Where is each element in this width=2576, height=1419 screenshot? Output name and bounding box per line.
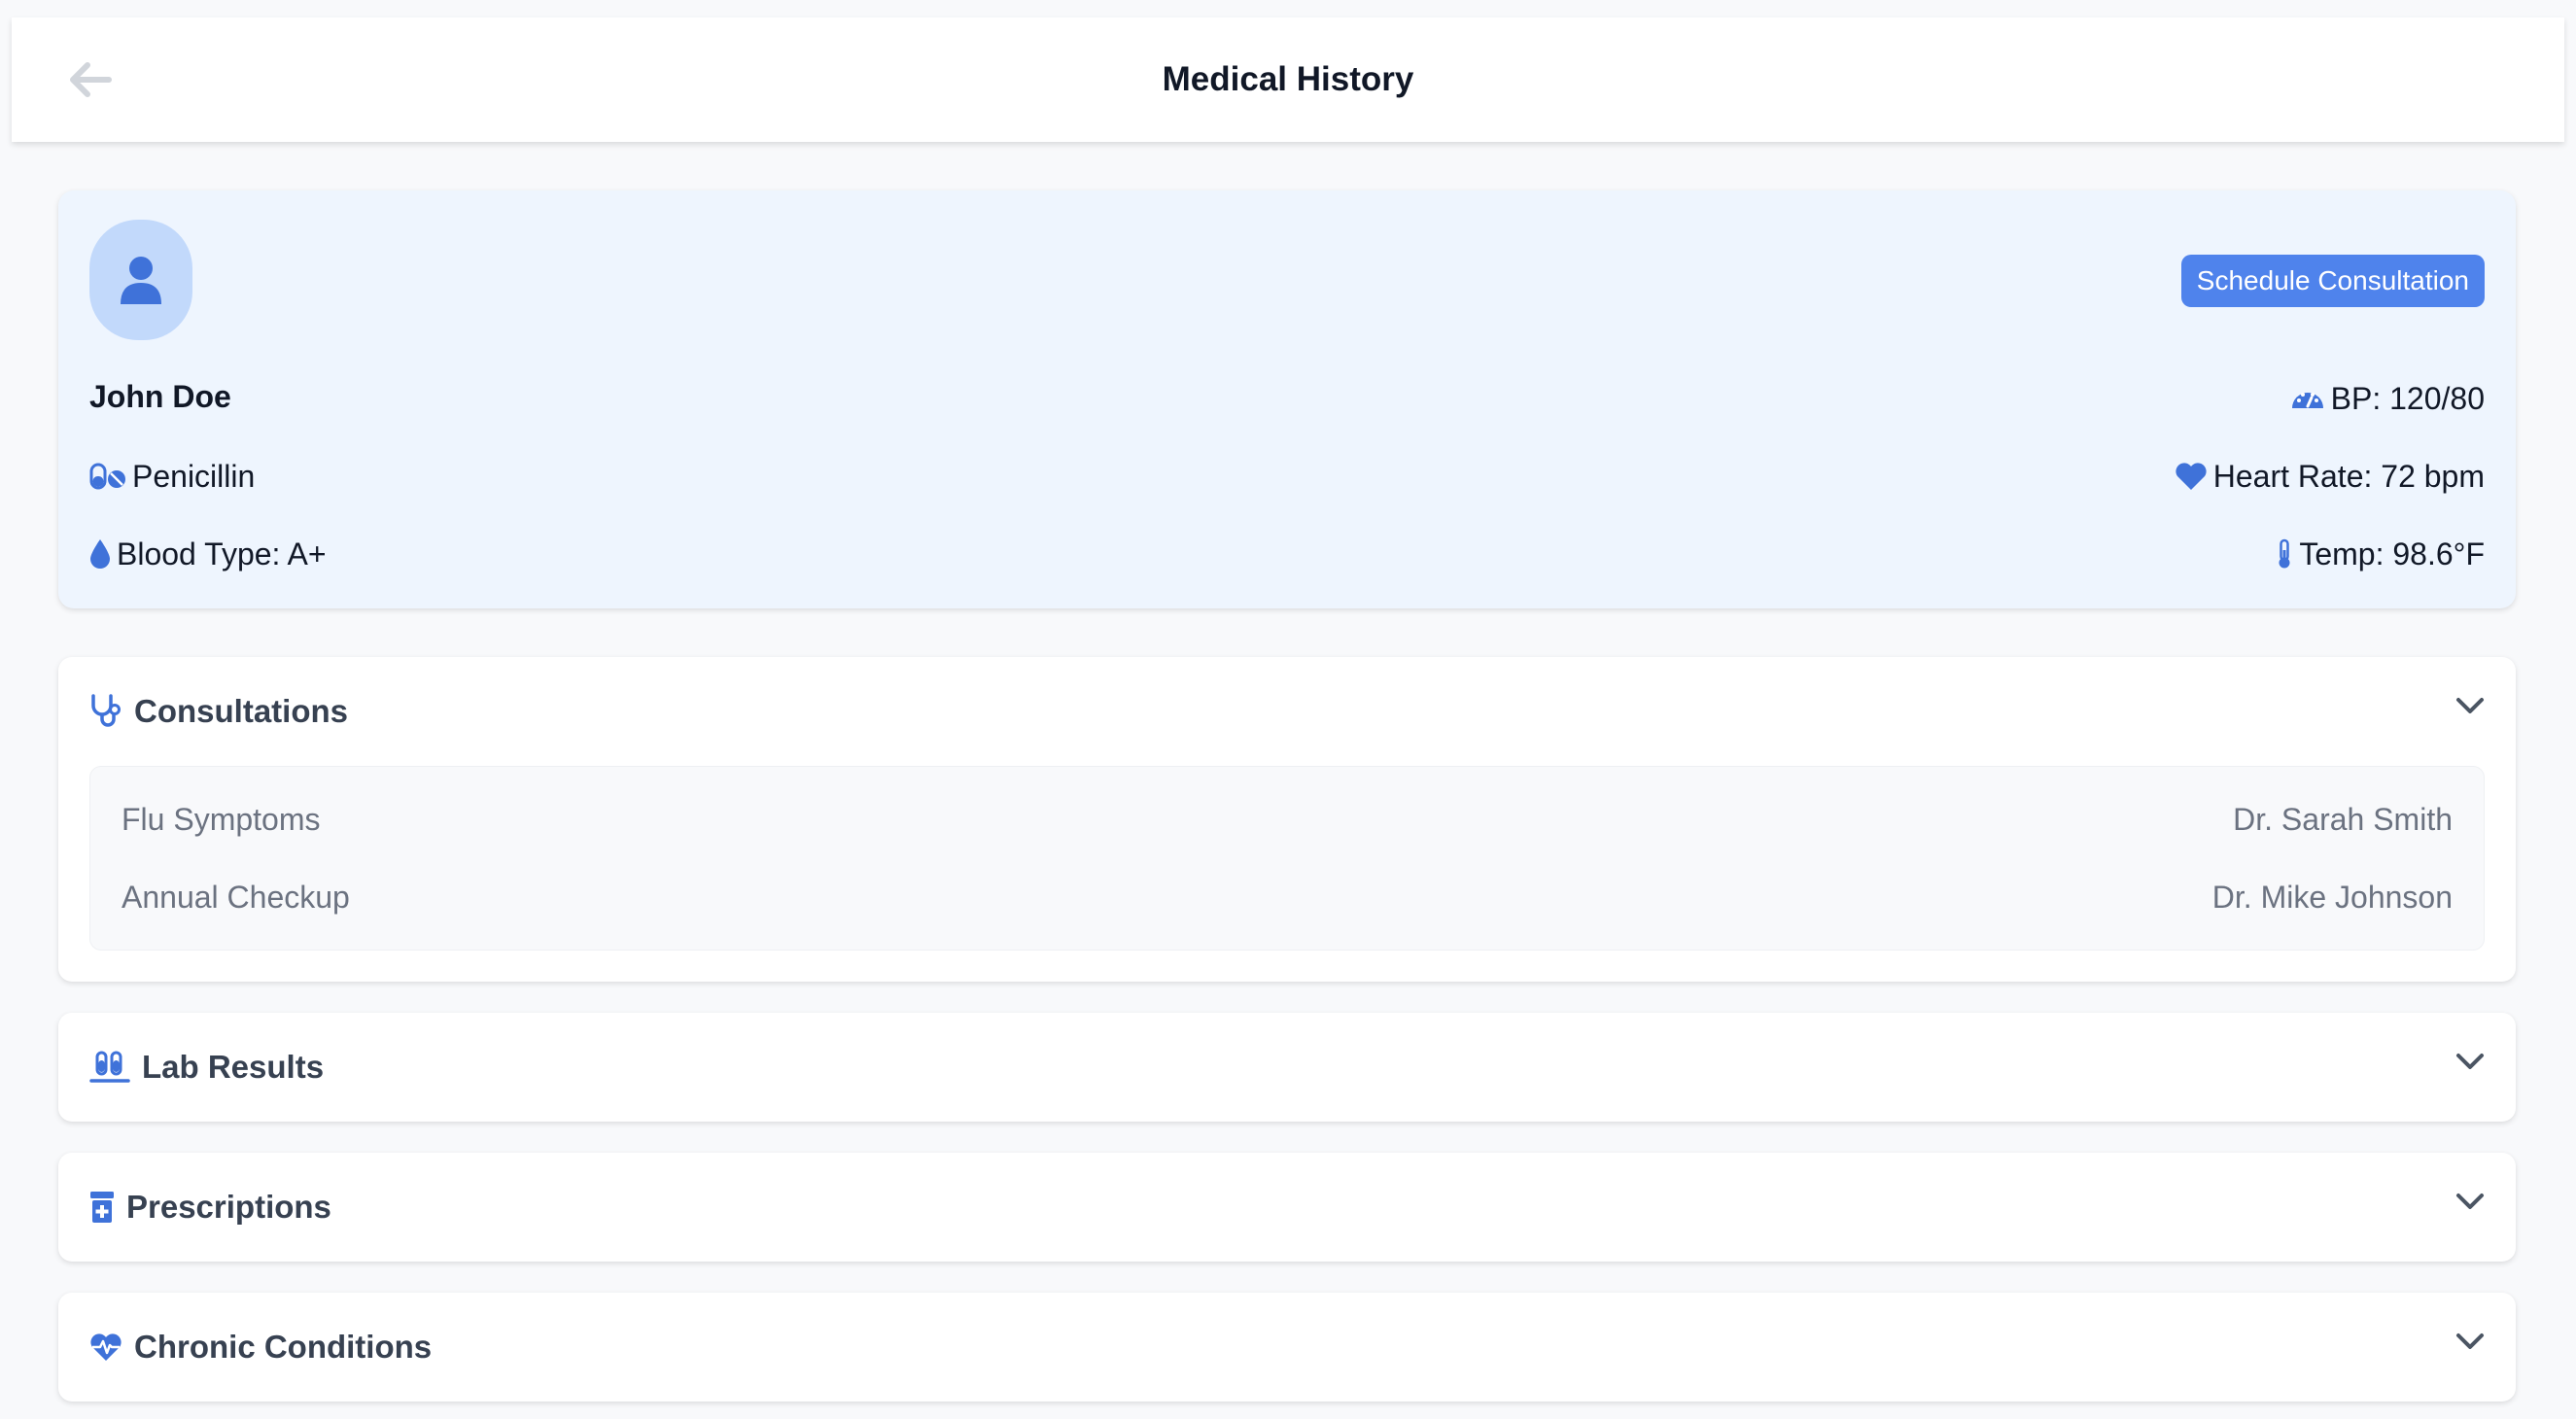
heart-rate-text: Heart Rate: 72 bpm [2212,458,2485,494]
consultations-title: Consultations [134,693,348,729]
top-bar: Medical History [12,17,2564,142]
consultation-doctor: Dr. Mike Johnson [2211,879,2453,915]
schedule-consultation-button[interactable]: Schedule Consultation [2180,255,2485,307]
consultations-header[interactable]: Consultations [58,657,2516,766]
list-item[interactable]: Flu Symptoms Dr. Sarah Smith [122,780,2453,858]
consultation-list: Flu Symptoms Dr. Sarah Smith Annual Chec… [89,766,2485,951]
blood-type-text: Blood Type: A+ [117,536,327,571]
blood-pressure-text: BP: 120/80 [2330,380,2485,416]
back-arrow-icon [70,62,112,97]
prescriptions-title: Prescriptions [126,1189,331,1225]
chronic-conditions-title: Chronic Conditions [134,1329,433,1365]
chevron-down-icon[interactable] [2455,1192,2485,1211]
temperature-info: Temp: 98.6°F [2276,535,2485,573]
consultation-reason: Annual Checkup [122,879,350,915]
avatar [89,220,192,340]
vials-icon [89,1051,130,1083]
consultations-section: Consultations Flu Symptoms Dr. Sarah Smi… [58,657,2516,982]
heart-pulse-icon [90,1333,122,1361]
back-button[interactable] [51,52,128,107]
prescriptions-header[interactable]: Prescriptions [58,1153,2516,1262]
patient-card: Schedule Consultation John Doe Penicilli… [58,190,2516,608]
allergy-text: Penicillin [132,458,256,494]
pills-icon [89,463,125,490]
lab-results-header[interactable]: Lab Results [58,1013,2516,1122]
page-title: Medical History [1162,60,1414,98]
prescriptions-section: Prescriptions [58,1153,2516,1262]
patient-name: John Doe [89,379,231,414]
chevron-down-icon[interactable] [2455,1332,2485,1351]
stethoscope-icon [91,694,121,727]
droplet-icon [90,539,110,569]
thermometer-icon [2279,538,2290,569]
lab-results-section: Lab Results [58,1013,2516,1122]
blood-type-info: Blood Type: A+ [89,535,327,573]
chronic-conditions-header[interactable]: Chronic Conditions [58,1293,2516,1402]
chevron-down-icon[interactable] [2455,696,2485,715]
temperature-text: Temp: 98.6°F [2299,536,2485,571]
prescription-bottle-icon [90,1192,114,1223]
consultation-reason: Flu Symptoms [122,801,321,837]
gauge-icon [2291,393,2323,408]
chronic-conditions-section: Chronic Conditions [58,1293,2516,1402]
lab-results-title: Lab Results [142,1049,325,1085]
chevron-down-icon[interactable] [2455,1052,2485,1071]
heart-icon [2176,463,2207,490]
allergy-info: Penicillin [89,457,255,496]
consultation-doctor: Dr. Sarah Smith [2233,801,2453,837]
list-item[interactable]: Annual Checkup Dr. Mike Johnson [122,858,2453,936]
heart-rate-info: Heart Rate: 72 bpm [2175,457,2485,496]
blood-pressure-info: BP: 120/80 [2290,379,2485,418]
user-icon [121,257,161,304]
